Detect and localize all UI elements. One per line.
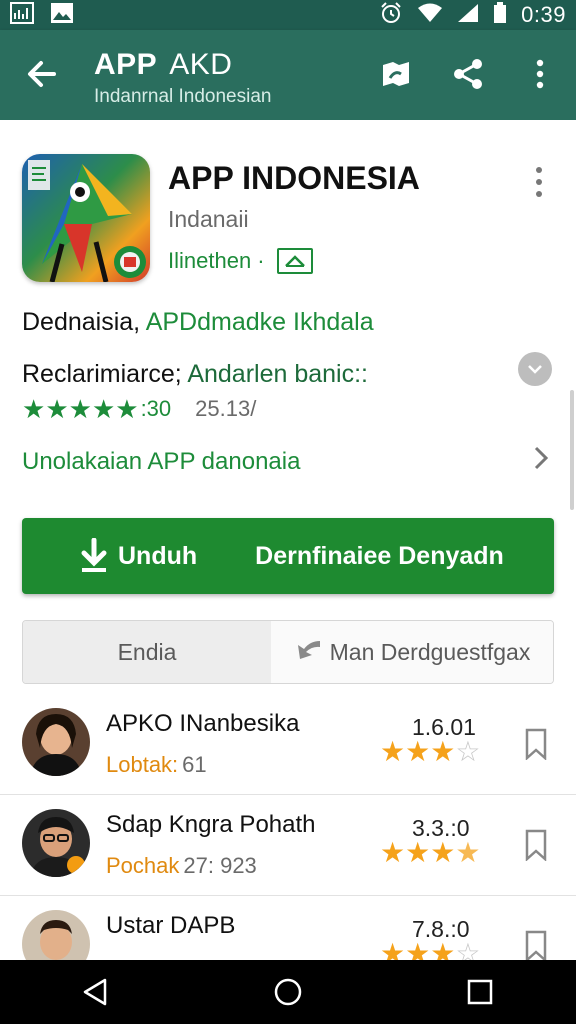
install-button[interactable]: Unduh Dernfinaiee Denyadn: [22, 518, 554, 594]
expand-icon[interactable]: [518, 352, 552, 386]
reply-arrow-icon: [294, 637, 322, 667]
photo-icon: [50, 2, 74, 29]
tab-endia[interactable]: Endia: [23, 621, 271, 683]
overflow-menu-icon[interactable]: [518, 52, 562, 96]
tab-bar: Endia Man Derdguestfgax: [22, 620, 554, 684]
nav-recents-icon[interactable]: [460, 972, 500, 1012]
reviewer-name: Ustar DAPB: [106, 912, 236, 939]
star-half-icon: ★: [455, 837, 481, 868]
signal-icon: [457, 3, 479, 28]
app-category[interactable]: Ilinethen ·: [168, 248, 313, 274]
reviewer-name: APKO INanbesika: [106, 710, 300, 737]
download-icon: [78, 537, 110, 574]
tab-man-derdguestfgax[interactable]: Man Derdguestfgax: [271, 621, 553, 683]
review-stars: ★ ★ ★ ☆: [380, 738, 480, 766]
app-details-card: APP INDONESIA Indanaii Ilinethen · Dedna…: [0, 120, 576, 510]
star-icon: ★: [430, 837, 456, 868]
share-icon[interactable]: [446, 52, 490, 96]
star-icon: ★: [380, 837, 406, 868]
avatar: [22, 809, 90, 877]
rating-count: :30: [140, 396, 172, 421]
back-arrow-icon[interactable]: [22, 54, 62, 94]
star-icon: ★: [115, 394, 139, 424]
map-icon[interactable]: [374, 52, 418, 96]
system-nav-bar: [0, 960, 576, 1024]
app-description-line-2: Reclarimiarce; Andarlen banic::: [22, 360, 369, 388]
card-overflow-menu-icon[interactable]: [526, 164, 552, 200]
list-item[interactable]: Sdap Kngra Pohath Pochak 27: 923 3.3.:0 ★…: [0, 795, 576, 896]
app-description-line-1: Dednaisia, APDdmadke Ikhdala: [22, 308, 374, 336]
star-icon: ★: [68, 394, 92, 424]
app-developer[interactable]: Indanaii: [168, 206, 249, 233]
alarm-icon: [379, 1, 403, 30]
review-list: APKO INanbesika Lobtak: 61 1.6.01 ★ ★ ★ ☆ Sd…: [0, 694, 576, 997]
download-count: 25.13/: [195, 396, 257, 421]
star-icon: ★: [380, 736, 406, 767]
star-outline-icon: ☆: [455, 736, 481, 767]
toolbar-subtitle: Indanrnal Indonesian: [94, 86, 272, 107]
star-icon: ★: [91, 394, 116, 424]
status-bar: 0:39: [0, 0, 576, 30]
star-icon: ★: [405, 736, 431, 767]
app-rating: ★ ★ ★ ★ ★ :30 25.13/: [22, 396, 256, 422]
install-button-secondary-label: Dernfinaiee Denyadn: [255, 541, 504, 570]
toolbar-title: APP AKD: [94, 48, 233, 81]
list-item[interactable]: APKO INanbesika Lobtak: 61 1.6.01 ★ ★ ★ ☆: [0, 694, 576, 795]
clock: 0:39: [521, 2, 566, 27]
review-stars: ★ ★ ★ ★: [380, 839, 480, 867]
avatar: [22, 708, 90, 776]
app-name: APP INDONESIA: [168, 160, 420, 196]
reviewer-name: Sdap Kngra Pohath: [106, 811, 316, 838]
star-icon: ★: [22, 394, 46, 424]
nav-home-icon[interactable]: [268, 972, 308, 1012]
star-icon: ★: [430, 736, 456, 767]
app-logo-icon[interactable]: [22, 154, 150, 282]
content-rating-icon: [276, 248, 313, 274]
scrollbar[interactable]: [570, 390, 574, 510]
chevron-right-icon[interactable]: [530, 442, 554, 474]
review-meta: Pochak 27: 923: [106, 853, 257, 878]
more-info-link[interactable]: Unolakaian APP danonaia: [22, 448, 300, 476]
review-meta: Lobtak: 61: [106, 752, 207, 777]
star-icon: ★: [405, 837, 431, 868]
app-toolbar: APP AKD Indanrnal Indonesian: [0, 30, 576, 120]
bookmark-icon[interactable]: [524, 829, 548, 862]
wifi-icon: [417, 3, 443, 28]
battery-icon: [493, 1, 507, 29]
star-icon: ★: [45, 394, 69, 424]
bookmark-icon[interactable]: [524, 930, 548, 963]
install-button-label: Unduh: [118, 541, 198, 570]
image-icon: [10, 1, 34, 29]
nav-back-icon[interactable]: [76, 972, 116, 1012]
bookmark-icon[interactable]: [524, 728, 548, 761]
